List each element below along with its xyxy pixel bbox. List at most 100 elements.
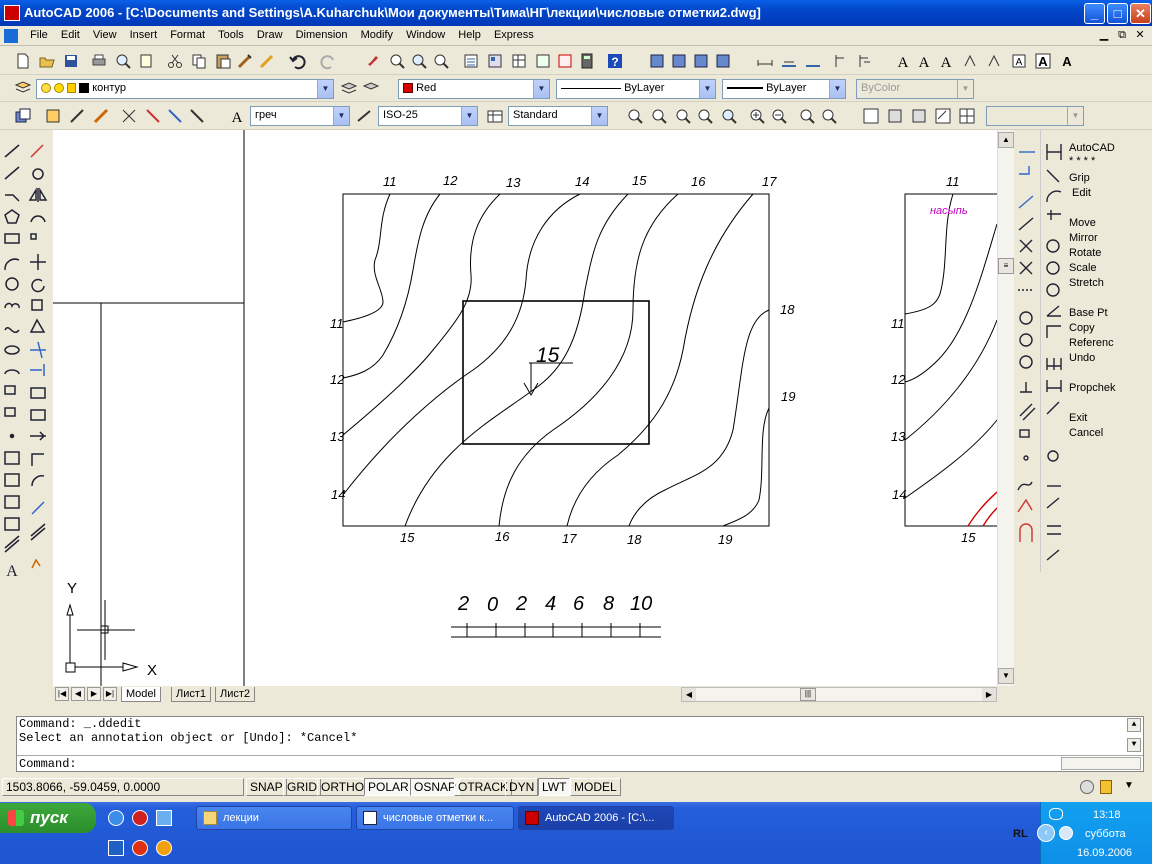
quicklaunch-icon-1[interactable] (108, 840, 124, 856)
text-fit-icon[interactable]: A (1058, 52, 1076, 70)
zoom-window-icon[interactable] (410, 52, 428, 70)
draw-order-front-icon[interactable] (44, 107, 62, 125)
edit-text-icon[interactable]: A (938, 52, 956, 71)
sheet-set-icon[interactable] (534, 52, 552, 70)
draworder-icon[interactable] (14, 107, 32, 125)
design-center-icon[interactable] (486, 52, 504, 70)
grip-menu-grip[interactable]: Grip (1069, 172, 1090, 184)
layer-dropdown[interactable]: контур ▼ (36, 79, 334, 99)
tab-model[interactable]: Model (121, 687, 161, 702)
open-icon[interactable] (38, 52, 56, 70)
comm-center-icon[interactable] (1080, 780, 1094, 794)
print-icon[interactable] (90, 52, 108, 70)
match-properties-icon[interactable] (236, 52, 254, 70)
zoom-all-icon[interactable] (798, 107, 816, 125)
text-scale-icon[interactable]: A (1010, 52, 1028, 70)
copy-icon[interactable] (190, 52, 208, 70)
grip-menu-base-pt[interactable]: Base Pt (1069, 307, 1108, 319)
model-toggle[interactable]: MODEL (570, 778, 621, 796)
table-style-dropdown[interactable]: Standard ▼ (508, 106, 608, 126)
lwt-toggle[interactable]: LWT (538, 778, 571, 796)
order-all-icon[interactable] (188, 107, 206, 125)
scroll-left-icon[interactable]: ◀ (682, 688, 696, 701)
tab-sheet1[interactable]: Лист1 (171, 687, 212, 702)
document-icon[interactable] (4, 29, 18, 43)
find-text-icon[interactable] (962, 52, 980, 70)
paste-icon[interactable] (214, 52, 232, 70)
table-style-icon[interactable] (486, 107, 504, 125)
first-tab-icon[interactable]: |◀ (55, 687, 69, 701)
viewport-clip-icon[interactable] (934, 107, 952, 125)
viewport-poly-icon[interactable] (886, 107, 904, 125)
zoom-extents-icon[interactable] (820, 107, 838, 125)
coordinates-readout[interactable]: 1503.8066, -59.0459, 0.0000 (2, 778, 244, 796)
scroll-right-icon[interactable]: ▶ (982, 688, 996, 701)
prev-tab-icon[interactable]: ◀ (71, 687, 85, 701)
menu-file[interactable]: File (25, 26, 53, 41)
chevron-down-icon[interactable]: ▼ (317, 80, 333, 98)
grip-menu-move[interactable]: Move (1069, 217, 1096, 229)
lineweight-dropdown[interactable]: ByLayer ▼ (722, 79, 846, 99)
grip-menu-cancel[interactable]: Cancel (1069, 427, 1103, 439)
text-order-icon[interactable] (120, 107, 138, 125)
scroll-up-icon[interactable]: ▲ (998, 132, 1014, 148)
viewport-single-icon[interactable] (862, 107, 880, 125)
spell-check-icon[interactable] (986, 52, 1004, 70)
menu-view[interactable]: View (88, 26, 122, 41)
chevron-down-icon[interactable]: ▼ (829, 80, 845, 98)
doc-restore-icon[interactable]: ⧉ (1114, 28, 1130, 42)
dim-aligned-icon[interactable] (780, 52, 798, 70)
grid-toggle[interactable]: GRID (283, 778, 321, 796)
dimension-style-dropdown[interactable]: ISO-25 ▼ (378, 106, 478, 126)
task-folder[interactable]: лекции (196, 806, 352, 830)
zoom-in-icon[interactable] (748, 107, 766, 125)
zoom-out-icon[interactable] (770, 107, 788, 125)
opera-icon[interactable] (132, 810, 148, 826)
menu-help[interactable]: Help (453, 26, 486, 41)
last-tab-icon[interactable]: ▶| (103, 687, 117, 701)
status-menu-icon[interactable]: ▼ (1124, 780, 1134, 791)
tray-time[interactable]: 13:18 (1093, 809, 1121, 821)
zoom-object-icon[interactable] (720, 107, 738, 125)
quicklaunch-icon-3[interactable] (156, 840, 172, 856)
window-tile-icon[interactable] (670, 52, 688, 70)
redo-icon[interactable] (320, 52, 338, 70)
grip-menu-undo[interactable]: Undo (1069, 352, 1095, 364)
grip-menu-scale[interactable]: Scale (1069, 262, 1097, 274)
tab-sheet2[interactable]: Лист2 (215, 687, 256, 702)
zoom-previous-icon[interactable] (432, 52, 450, 70)
chevron-down-icon[interactable]: ▼ (591, 107, 607, 125)
make-current-layer-icon[interactable] (340, 79, 358, 97)
grip-menu-mirror[interactable]: Mirror (1069, 232, 1098, 244)
maximize-button[interactable]: □ (1107, 3, 1128, 24)
viewport-object-icon[interactable] (910, 107, 928, 125)
draw-order-above-icon[interactable] (92, 107, 110, 125)
linetype-dropdown[interactable]: ByLayer ▼ (556, 79, 716, 99)
chevron-down-icon[interactable]: ▼ (333, 107, 349, 125)
tray-volume-icon[interactable] (1059, 826, 1073, 840)
dim-update-icon[interactable] (856, 52, 874, 70)
menu-modify[interactable]: Modify (356, 26, 398, 41)
menu-tools[interactable]: Tools (213, 26, 249, 41)
cmd-scroll-down-icon[interactable]: ▼ (1127, 738, 1141, 752)
lock-icon[interactable] (67, 83, 77, 94)
calculator-icon[interactable] (578, 52, 596, 70)
quicklaunch-icon-2[interactable] (132, 840, 148, 856)
osnap-toggle[interactable]: OSNAP (410, 778, 461, 796)
zoom-scale-icon[interactable] (674, 107, 692, 125)
layer-previous-icon[interactable] (362, 79, 380, 97)
hatch-order-icon[interactable] (166, 107, 184, 125)
pan-realtime-icon[interactable] (364, 52, 382, 70)
grip-menu-edit[interactable]: Edit (1072, 187, 1091, 199)
cmd-h-scrollbar[interactable] (1061, 757, 1141, 770)
start-button[interactable]: пуск (0, 803, 96, 833)
dim-order-icon[interactable] (144, 107, 162, 125)
close-button[interactable]: ✕ (1130, 3, 1151, 24)
otrack-toggle[interactable]: OTRACK (454, 778, 513, 796)
zoom-dynamic-icon[interactable] (650, 107, 668, 125)
text-style-manager-icon[interactable]: A (228, 107, 246, 126)
dimension-style-icon[interactable] (356, 107, 374, 125)
desktop-icon[interactable] (156, 810, 172, 826)
save-icon[interactable] (62, 52, 80, 70)
tray-expand-icon[interactable]: ‹ (1037, 824, 1055, 842)
